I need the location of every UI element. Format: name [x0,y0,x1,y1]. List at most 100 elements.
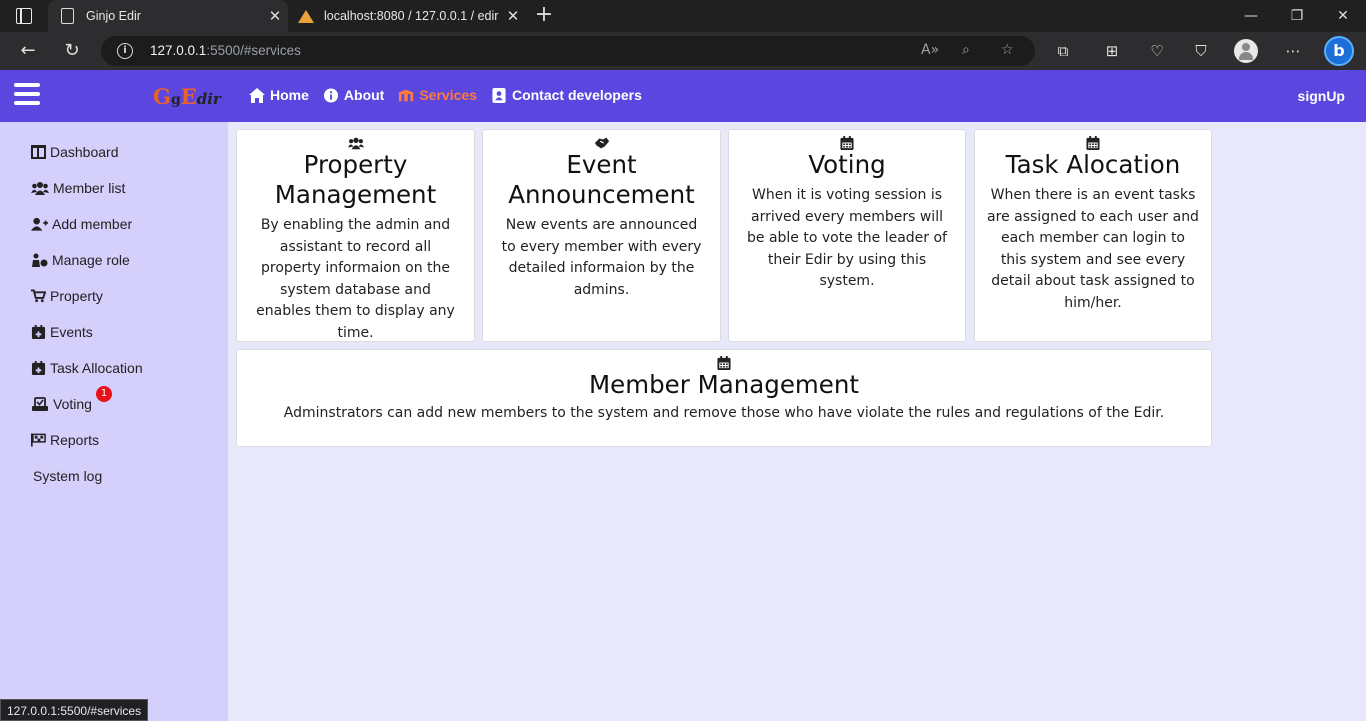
sidebar-item-label: Dashboard [50,144,119,160]
service-card-member-management: Member Management Adminstrators can add … [236,349,1212,447]
tab-title: localhost:8080 / 127.0.0.1 / edir / [324,9,500,23]
extensions-icon[interactable]: ⧉ [1052,40,1074,62]
home-icon [249,87,265,103]
sidebar-item-label: Manage role [52,252,130,268]
more-menu-icon[interactable]: ⋯ [1282,40,1304,62]
sidebar: Dashboard Member list Add member Manage … [0,122,228,721]
users-icon [347,135,364,150]
performance-icon[interactable]: ♡ [1146,40,1168,62]
card-title: Task Alocation [1005,150,1181,179]
tab-ginjo-edir[interactable]: Ginjo Edir ✕ [48,0,288,32]
site-info-icon[interactable]: i [117,43,133,59]
nav-link-label: About [343,87,385,103]
sidebar-item-property[interactable]: Property [31,288,103,304]
members-icon [31,182,49,195]
phpmyadmin-icon [298,8,314,24]
sidebar-item-task-allocation[interactable]: Task Allocation [31,360,143,376]
card-text: New events are announced to every member… [501,217,702,298]
signup-link[interactable]: signUp [1298,88,1345,104]
sidebar-item-system-log[interactable]: System log [33,468,102,484]
card-title: Event Announcement [508,150,695,209]
read-aloud-icon[interactable]: A» [921,42,939,58]
new-tab-button[interactable]: + [532,3,556,27]
service-card-voting: Voting When it is voting session is arri… [728,129,966,342]
service-card-event-announcement: Event Announcement New events are announ… [482,129,721,342]
restore-button[interactable]: ❐ [1274,0,1320,32]
sidebar-item-label: Reports [50,432,100,448]
tab-title: Ginjo Edir [86,9,141,23]
vote-icon [32,397,48,411]
refresh-button[interactable]: ↻ [58,38,86,64]
card-text: When it is voting session is arrived eve… [747,187,947,289]
card-title: Voting [808,150,886,179]
card-title: Property Management [274,150,437,209]
nav-link-contact[interactable]: Contact developers [491,87,642,103]
calendar-plus-icon [31,361,46,375]
address-bar-row: ← ↻ i 127.0.0.1:5500/#services A» ⌕ ☆ ⧉ … [0,32,1366,70]
card-title: Member Management [589,370,859,399]
tab-actions-icon[interactable] [16,8,32,24]
sidebar-item-label: Add member [52,216,133,232]
sidebar-item-member-list[interactable]: Member list [31,180,125,196]
role-icon [32,253,48,267]
nav-link-services[interactable]: Services [398,87,477,103]
close-window-button[interactable]: ✕ [1320,0,1366,32]
back-button[interactable]: ← [14,38,42,64]
address-bar[interactable]: i 127.0.0.1:5500/#services A» ⌕ ☆ [101,36,1035,66]
card-text: When there is an event tasks are assigne… [987,187,1199,311]
browser-tab-bar: Ginjo Edir ✕ localhost:8080 / 127.0.0.1 … [0,0,1366,32]
tab-phpmyadmin[interactable]: localhost:8080 / 127.0.0.1 / edir / ✕ [290,0,526,32]
close-tab-icon[interactable]: ✕ [500,7,526,25]
services-icon [399,89,414,101]
shield-icon[interactable]: ⛉ [1190,40,1212,62]
page-icon [61,8,74,24]
favorite-star-icon[interactable]: ☆ [1001,42,1014,58]
sidebar-item-label: Property [50,288,103,304]
sidebar-item-label: System log [33,468,103,484]
service-card-task-alocation: Task Alocation When there is an event ta… [974,129,1212,342]
sidebar-item-reports[interactable]: Reports [31,432,99,448]
nav-link-label: Contact developers [511,87,642,103]
nav-link-home[interactable]: Home [249,87,309,103]
sidebar-item-label: Task Allocation [50,360,143,376]
handshake-icon [594,135,610,149]
calendar-icon [716,355,732,370]
site-logo[interactable]: GgEdir [153,84,221,109]
calendar-plus-icon [31,325,46,339]
sidebar-item-label: Events [50,324,93,340]
flag-icon [31,433,46,447]
sidebar-item-dashboard[interactable]: Dashboard [31,144,119,160]
minimize-button[interactable]: — [1228,0,1274,32]
card-text: By enabling the admin and assistant to r… [256,217,455,341]
calendar-icon [839,135,855,150]
nav-link-label: Services [419,87,477,103]
calendar-icon [1085,135,1101,150]
service-card-property-management: Property Management By enabling the admi… [236,129,475,342]
nav-links: Home About Services Contact developers [249,87,642,103]
voting-notification-badge: 1 [96,386,112,402]
nav-link-about[interactable]: About [323,87,384,103]
sidebar-item-add-member[interactable]: Add member [31,216,132,232]
sidebar-item-label: Member list [53,180,126,196]
link-status-bar: 127.0.0.1:5500/#services [0,699,149,721]
close-tab-icon[interactable]: ✕ [262,7,288,25]
card-text: Adminstrators can add new members to the… [283,405,1165,421]
sidebar-item-events[interactable]: Events [31,324,93,340]
sidebar-item-voting[interactable]: Voting [31,396,92,412]
sidebar-item-manage-role[interactable]: Manage role [31,252,130,268]
bing-copilot-icon[interactable]: b [1324,36,1354,66]
hamburger-menu-icon[interactable] [14,83,40,105]
url-text[interactable]: 127.0.0.1:5500/#services [150,43,301,58]
sidebar-item-label: Voting [53,396,92,412]
cart-icon [31,289,46,303]
page-content: GgEdir Home About Services Contact devel… [0,70,1366,721]
zoom-icon[interactable]: ⌕ [962,42,970,58]
profile-avatar[interactable] [1234,39,1258,63]
collections-icon[interactable]: ⊞ [1101,40,1123,62]
contact-icon [492,87,506,103]
info-icon [323,87,338,103]
add-user-icon [31,217,48,231]
top-navbar: GgEdir Home About Services Contact devel… [0,70,1366,122]
nav-link-label: Home [270,87,309,103]
dashboard-icon [31,145,46,159]
